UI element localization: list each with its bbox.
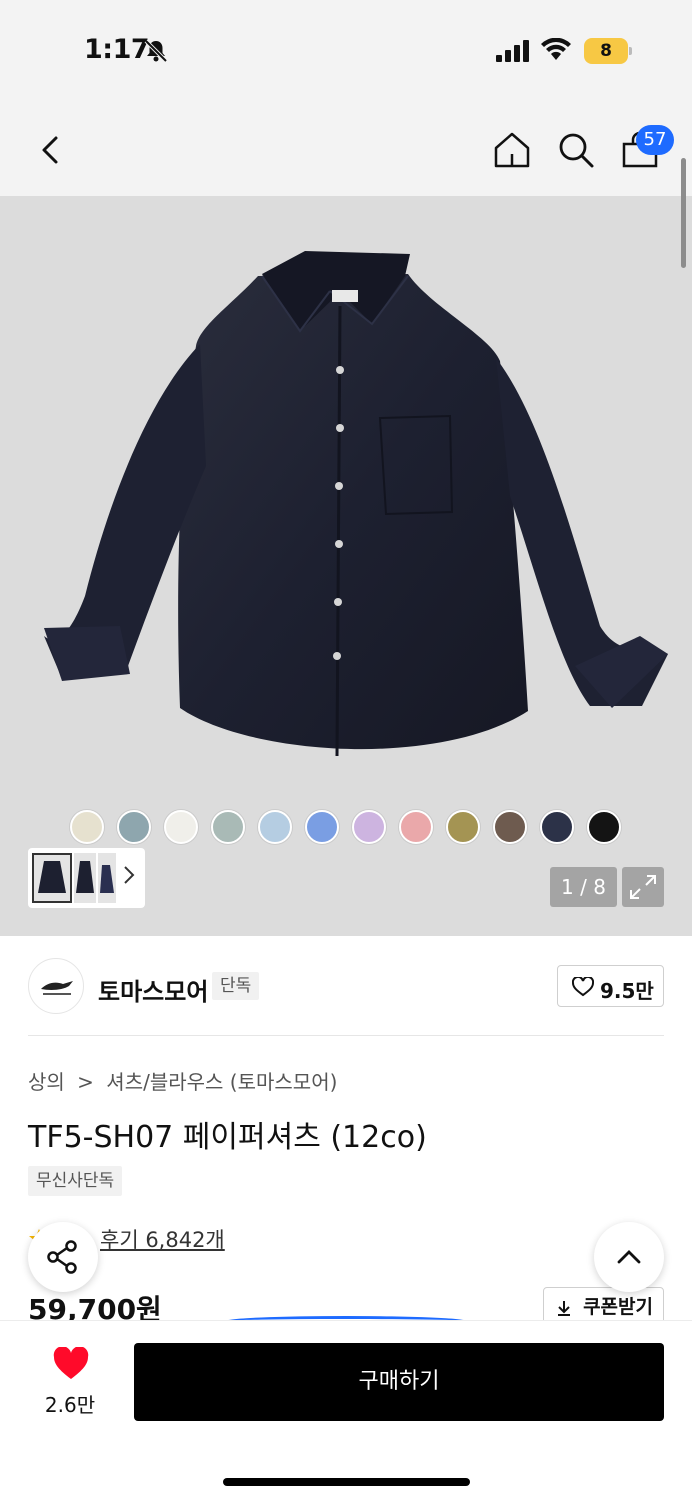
share-button[interactable] (28, 1222, 98, 1292)
color-swatch[interactable] (258, 810, 292, 844)
chevron-right-icon[interactable] (122, 864, 136, 886)
heart-filled-icon (53, 1347, 89, 1379)
buy-button[interactable]: 구매하기 (134, 1343, 664, 1421)
brand-like-count: 9.5만 (600, 979, 654, 1003)
bottom-action-bar: 2.6만 구매하기 (0, 1320, 692, 1500)
status-bar: 1:17 8 (0, 0, 692, 100)
product-image-gallery[interactable]: 1 / 8 (0, 196, 692, 936)
product-image (44, 251, 668, 757)
wifi-icon (541, 38, 571, 60)
thumbnail[interactable] (32, 853, 72, 903)
color-swatch[interactable] (117, 810, 151, 844)
expand-icon (630, 875, 656, 899)
product-like-button[interactable]: 2.6만 (40, 1343, 100, 1423)
back-arrow-icon[interactable] (34, 130, 66, 170)
brand-row: 토마스모어 단독 9.5만 (0, 936, 692, 1036)
thumbnail[interactable] (98, 853, 116, 903)
brand-logo-mark (41, 981, 73, 995)
divider (28, 1035, 664, 1036)
home-indicator (223, 1478, 470, 1486)
breadcrumb-category[interactable]: 상의 (28, 1070, 65, 1094)
color-swatch[interactable] (70, 810, 104, 844)
home-icon[interactable] (492, 130, 532, 170)
status-time: 1:17 (84, 34, 150, 65)
image-page-counter: 1 / 8 (550, 867, 617, 907)
color-swatch[interactable] (587, 810, 621, 844)
musinsa-exclusive-tag: 무신사단독 (28, 1166, 123, 1196)
color-swatch[interactable] (493, 810, 527, 844)
expand-button[interactable] (622, 867, 664, 907)
coupon-label: 쿠폰받기 (583, 1296, 653, 1318)
color-swatch[interactable] (399, 810, 433, 844)
brand-logo[interactable] (28, 958, 84, 1014)
battery-icon: 8 (584, 38, 632, 64)
breadcrumb-separator: > (77, 1070, 94, 1094)
color-swatch[interactable] (540, 810, 574, 844)
product-like-count: 2.6만 (44, 1393, 96, 1417)
cart-count-badge[interactable]: 57 (636, 125, 674, 155)
download-icon (558, 1301, 570, 1316)
review-count-link[interactable]: 후기 6,842개 (100, 1224, 225, 1254)
color-swatch[interactable] (164, 810, 198, 844)
heart-outline-icon (572, 977, 594, 997)
search-icon[interactable] (556, 130, 596, 170)
color-swatches (0, 810, 692, 844)
battery-level: 8 (600, 41, 612, 61)
brand-like-button[interactable]: 9.5만 (557, 965, 664, 1007)
breadcrumb-subcategory[interactable]: 셔츠/블라우스 (토마스모어) (106, 1070, 337, 1094)
bell-muted-icon (144, 39, 168, 63)
color-swatch[interactable] (211, 810, 245, 844)
scroll-to-top-button[interactable] (594, 1222, 664, 1292)
product-title: TF5-SH07 페이퍼셔츠 (12co) (28, 1120, 427, 1155)
thumbnail[interactable] (74, 853, 96, 903)
breadcrumb: 상의 > 셔츠/블라우스 (토마스모어) (28, 1066, 343, 1095)
color-swatch[interactable] (352, 810, 386, 844)
exclusive-tag: 단독 (212, 972, 260, 1000)
top-nav (0, 100, 692, 196)
color-swatch[interactable] (446, 810, 480, 844)
chevron-up-icon (617, 1250, 641, 1264)
thumbnail-strip[interactable] (28, 848, 145, 908)
share-icon (47, 1240, 77, 1274)
brand-name[interactable]: 토마스모어 (98, 972, 208, 1007)
scroll-indicator (681, 158, 686, 268)
cellular-signal-icon (496, 40, 529, 62)
color-swatch[interactable] (305, 810, 339, 844)
